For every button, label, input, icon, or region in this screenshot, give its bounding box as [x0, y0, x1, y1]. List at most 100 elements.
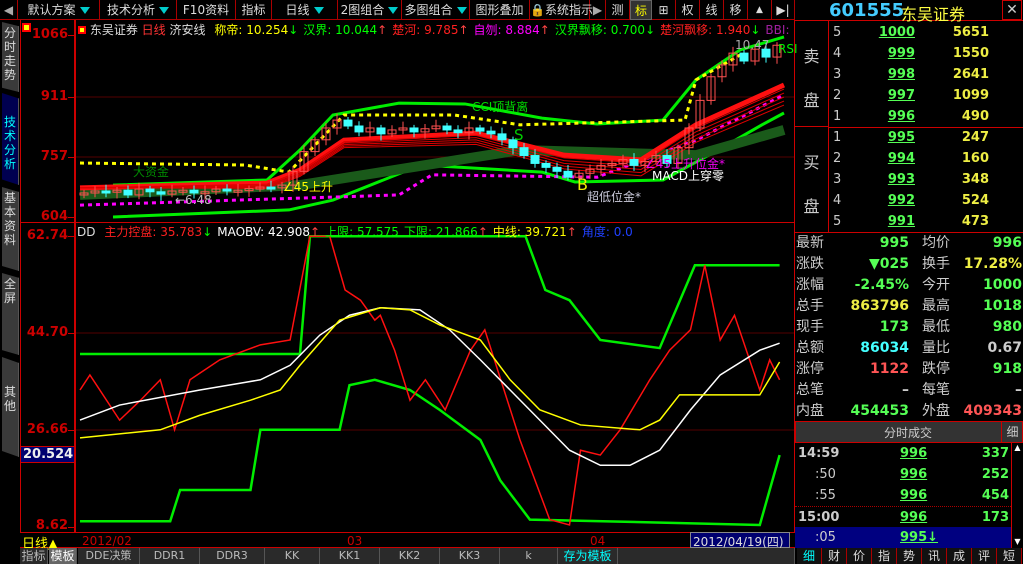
scheme-dropdown[interactable]: 默认方案: [18, 0, 100, 20]
f10-button[interactable]: F10资料: [177, 0, 236, 20]
bid-row[interactable]: 3 993 348: [829, 169, 1023, 190]
quote-tab[interactable]: 价: [847, 548, 872, 564]
tab-template[interactable]: 模板: [49, 548, 77, 564]
stat-value: 1122: [870, 361, 909, 377]
indicator-button[interactable]: 指标: [236, 0, 272, 20]
quote-tab[interactable]: 财: [822, 548, 847, 564]
tab-kk2[interactable]: KK2: [380, 548, 440, 564]
ask-row[interactable]: 5 1000 5651: [829, 22, 1023, 43]
indicator-value: 中线: 39.721↑: [492, 225, 577, 239]
trade-price: 996: [900, 488, 928, 503]
close-icon[interactable]: ✕: [1002, 0, 1022, 20]
annotation-low-price: ←6.48: [175, 193, 212, 207]
order-vol: 160: [961, 151, 989, 166]
quote-tab[interactable]: 成: [947, 548, 972, 564]
chart-frame: [75, 20, 795, 532]
tab-kk[interactable]: KK: [265, 548, 320, 564]
stat-value: ▼025: [869, 256, 909, 272]
scroll-down-icon[interactable]: ▼: [1012, 537, 1023, 546]
period-dropdown[interactable]: 日线: [272, 0, 338, 20]
trend-arrow-icon: ↑: [566, 225, 577, 239]
quote-tab[interactable]: 讯: [922, 548, 947, 564]
chevron-down-icon: [79, 7, 90, 14]
ask-row[interactable]: 2 997 1099: [829, 85, 1023, 106]
bid-row[interactable]: 1 995 247: [829, 127, 1023, 148]
order-level: 5: [833, 214, 842, 229]
bid-row[interactable]: 2 994 160: [829, 148, 1023, 169]
stat-value: 86034: [860, 340, 909, 356]
stat-label: 均价: [922, 235, 950, 251]
y-tick: [68, 333, 75, 334]
indicator-value-name: 中线: [492, 225, 517, 239]
tab-other[interactable]: 其他: [2, 357, 19, 457]
indicator-name: DD: [77, 225, 96, 239]
quote-tab[interactable]: 评: [972, 548, 997, 564]
trade-row[interactable]: :05 995↓: [795, 527, 1011, 548]
trade-row[interactable]: :50 996 252: [795, 464, 1011, 485]
stat-row: 内盘 454453 外盘 409343: [795, 401, 1023, 422]
trades-detail-button[interactable]: 细: [1001, 422, 1023, 442]
trade-row[interactable]: 15:00 996 173: [795, 506, 1011, 527]
trade-time: 14:59: [798, 446, 840, 461]
tab-indicator[interactable]: 指标: [20, 548, 48, 564]
trend-arrow-icon: ↓: [202, 225, 213, 239]
tab-dde[interactable]: DDE决策: [78, 548, 140, 564]
indicator-value-number: 42.908: [268, 225, 310, 239]
tab-kk3[interactable]: KK3: [440, 548, 500, 564]
ask-row[interactable]: 1 996 490: [829, 106, 1023, 127]
tab-ddr1[interactable]: DDR1: [140, 548, 200, 564]
tab-tech-analysis[interactable]: 技术分析: [2, 93, 19, 185]
tech-analysis-dropdown[interactable]: 技术分析: [100, 0, 177, 20]
trade-time: :05: [815, 530, 836, 545]
stat-value: 863796: [850, 298, 909, 314]
quote-tab[interactable]: 细: [797, 548, 822, 564]
grid-icon[interactable]: ⊞: [652, 0, 676, 20]
bid-row[interactable]: 5 991 473: [829, 211, 1023, 232]
chevron-down-icon: [313, 7, 324, 14]
indicator-value: 主力控盘: 35.783↓: [104, 225, 213, 239]
measure-button[interactable]: 测: [606, 0, 630, 20]
tab-ddr3[interactable]: DDR3: [200, 548, 265, 564]
ask-row[interactable]: 3 998 2641: [829, 64, 1023, 85]
bid-row[interactable]: 4 992 524: [829, 190, 1023, 211]
tab-fullscreen[interactable]: 全屏: [2, 273, 19, 355]
back-icon[interactable]: ◀: [0, 0, 18, 20]
trade-row[interactable]: :55 996 454: [795, 485, 1011, 506]
indicator-value-number: 57.575: [356, 225, 399, 239]
two-chart-dropdown[interactable]: 2图组合: [338, 0, 402, 20]
ask-row[interactable]: 4 999 1550: [829, 43, 1023, 64]
play-button[interactable]: ▶: [590, 0, 606, 20]
stock-code: 601555: [829, 0, 905, 21]
chevron-down-icon: [388, 7, 399, 14]
rights-button[interactable]: 权: [676, 0, 700, 20]
skip-end-icon[interactable]: ▶|: [772, 0, 795, 20]
overlay-button[interactable]: 图形叠加: [470, 0, 530, 20]
order-level: 1: [833, 130, 842, 145]
mark-button[interactable]: 标: [630, 0, 652, 20]
order-price: 993: [887, 172, 915, 187]
scroll-up-icon[interactable]: ▲: [1012, 443, 1023, 452]
line-button[interactable]: 线: [700, 0, 724, 20]
date-label: 04: [590, 534, 606, 548]
annotation-cci: CCI顶背离: [472, 100, 529, 114]
indicator-value-name: 下限: [403, 225, 428, 239]
lower-indicator-header: DD 主力控盘: 35.783↓ MAOBV: 42.908↑ 上限: 57.575…: [77, 223, 633, 240]
trade-row[interactable]: 14:59 996 337: [795, 443, 1011, 464]
system-indicator-button[interactable]: 🔒系统指示: [530, 0, 593, 20]
move-button[interactable]: 移: [724, 0, 748, 20]
trades-scrollbar[interactable]: ▲ ▼: [1011, 443, 1023, 548]
quote-tab[interactable]: 指: [872, 548, 897, 564]
order-vol: 1099: [952, 88, 989, 103]
quote-tab[interactable]: 短: [997, 548, 1022, 564]
y-label: 604: [40, 209, 68, 224]
collapse-icon[interactable]: ▲: [748, 0, 772, 20]
stat-value: 996: [992, 235, 1022, 251]
order-price: 994: [887, 151, 915, 166]
tab-kk1[interactable]: KK1: [320, 548, 380, 564]
stat-label: 涨幅: [796, 277, 824, 293]
save-template-button[interactable]: 存为模板: [558, 548, 618, 564]
multi-chart-dropdown[interactable]: 多图组合: [402, 0, 470, 20]
tab-k[interactable]: k: [500, 548, 558, 564]
indicator-value-name: MAOBV: [217, 225, 261, 239]
quote-tab[interactable]: 势: [897, 548, 922, 564]
